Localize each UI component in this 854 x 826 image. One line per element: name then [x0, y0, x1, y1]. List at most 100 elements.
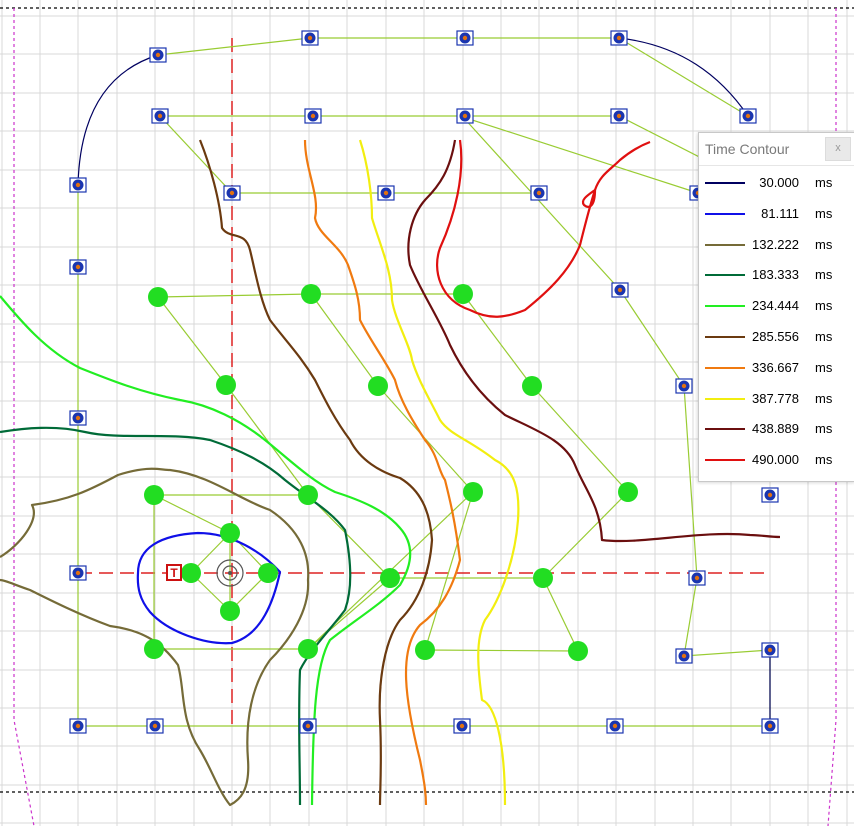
- legend-swatch: [705, 335, 745, 338]
- geophone-icon[interactable]: [456, 108, 474, 124]
- close-button[interactable]: x: [825, 137, 851, 161]
- network-line: [424, 649, 579, 652]
- legend-value: 285.556: [752, 328, 799, 344]
- legend-swatch: [705, 305, 745, 308]
- receiver-node[interactable]: [463, 482, 483, 502]
- geophone-icon[interactable]: [146, 718, 164, 734]
- geophone-core: [305, 723, 311, 729]
- geophone-icon[interactable]: [688, 570, 706, 586]
- geophone-core: [616, 35, 622, 41]
- geophone-core: [616, 113, 622, 119]
- legend-value: 132.222: [752, 236, 799, 252]
- receiver-node[interactable]: [258, 563, 278, 583]
- geophone-icon[interactable]: [675, 378, 693, 394]
- geophone-icon[interactable]: [761, 718, 779, 734]
- receiver-node[interactable]: [453, 284, 473, 304]
- geophone-icon[interactable]: [611, 282, 629, 298]
- receiver-node[interactable]: [415, 640, 435, 660]
- geophone-icon[interactable]: [304, 108, 322, 124]
- receiver-node[interactable]: [148, 287, 168, 307]
- geophone-core: [229, 190, 235, 196]
- geophone-icon[interactable]: [761, 487, 779, 503]
- geophone-icon[interactable]: [453, 718, 471, 734]
- geophone-core: [75, 570, 81, 576]
- receiver-node[interactable]: [144, 639, 164, 659]
- geophone-icon[interactable]: [69, 259, 87, 275]
- geophone-icon[interactable]: [610, 108, 628, 124]
- geophone-icon[interactable]: [151, 108, 169, 124]
- receiver-node[interactable]: [301, 284, 321, 304]
- legend-value: 438.889: [752, 421, 799, 437]
- network-line: [157, 37, 749, 117]
- legend-header[interactable]: Time Contour x: [699, 133, 854, 166]
- legend-swatch: [705, 243, 745, 246]
- receiver-node[interactable]: [380, 568, 400, 588]
- receiver-node[interactable]: [181, 563, 201, 583]
- geophone-core: [75, 415, 81, 421]
- geophone-icon[interactable]: [675, 648, 693, 664]
- receiver-node[interactable]: [618, 482, 638, 502]
- legend-unit: ms: [815, 298, 833, 314]
- legend-unit: ms: [815, 328, 833, 344]
- geophone-icon[interactable]: [377, 185, 395, 201]
- contour-line: [136, 531, 282, 645]
- receiver-node[interactable]: [522, 376, 542, 396]
- geophone-icon[interactable]: [610, 30, 628, 46]
- geophone-core: [310, 113, 316, 119]
- receiver-node[interactable]: [220, 523, 240, 543]
- network-line: [462, 293, 533, 387]
- network-line: [157, 296, 227, 386]
- time-contour-legend[interactable]: Time Contour x 30.000 ms 81.111 ms 132.222…: [698, 132, 854, 482]
- receiver-node[interactable]: [368, 376, 388, 396]
- legend-unit: ms: [815, 452, 833, 468]
- geophone-core: [459, 723, 465, 729]
- network-line: [310, 293, 379, 387]
- legend-unit: ms: [815, 236, 833, 252]
- geophone-core: [536, 190, 542, 196]
- geophone-icon[interactable]: [739, 108, 757, 124]
- geophone-icon[interactable]: [69, 565, 87, 581]
- geophone-icon[interactable]: [761, 642, 779, 658]
- network-line: [542, 577, 579, 652]
- legend-swatch: [705, 274, 745, 277]
- geophone-icon[interactable]: [69, 177, 87, 193]
- legend-row: 285.556 ms: [699, 323, 854, 354]
- geophone-icon[interactable]: [456, 30, 474, 46]
- geophone-icon[interactable]: [223, 185, 241, 201]
- legend-row: 234.444 ms: [699, 292, 854, 323]
- geophone-core: [157, 113, 163, 119]
- geophone-icon[interactable]: [69, 410, 87, 426]
- network-line: [153, 494, 231, 534]
- receiver-node[interactable]: [533, 568, 553, 588]
- outline-arc-left: [77, 54, 159, 186]
- geophone-icon[interactable]: [530, 185, 548, 201]
- receiver-node[interactable]: [298, 639, 318, 659]
- legend-swatch: [705, 428, 745, 431]
- geophone-core: [767, 492, 773, 498]
- geophone-icon[interactable]: [69, 718, 87, 734]
- legend-unit: ms: [815, 205, 833, 221]
- legend-unit: ms: [815, 267, 833, 283]
- geophone-icon[interactable]: [149, 47, 167, 63]
- geophone-core: [75, 182, 81, 188]
- network-line: [157, 293, 312, 298]
- legend-swatch: [705, 397, 745, 400]
- geophone-core: [612, 723, 618, 729]
- receiver-node[interactable]: [144, 485, 164, 505]
- receiver-node[interactable]: [568, 641, 588, 661]
- geophone-icon[interactable]: [301, 30, 319, 46]
- network-line: [159, 115, 233, 194]
- receiver-node[interactable]: [220, 601, 240, 621]
- geophone-core: [152, 723, 158, 729]
- legend-row: 438.889 ms: [699, 415, 854, 446]
- legend-value: 336.667: [752, 359, 799, 375]
- legend-swatch: [705, 459, 745, 462]
- geophone-icon[interactable]: [299, 718, 317, 734]
- geophone-core: [155, 52, 161, 58]
- receiver-node[interactable]: [216, 375, 236, 395]
- legend-value: 490.000: [752, 452, 799, 468]
- legend-unit: ms: [815, 390, 833, 406]
- geophone-icon[interactable]: [606, 718, 624, 734]
- receiver-node[interactable]: [298, 485, 318, 505]
- legend-row: 81.111 ms: [699, 200, 854, 231]
